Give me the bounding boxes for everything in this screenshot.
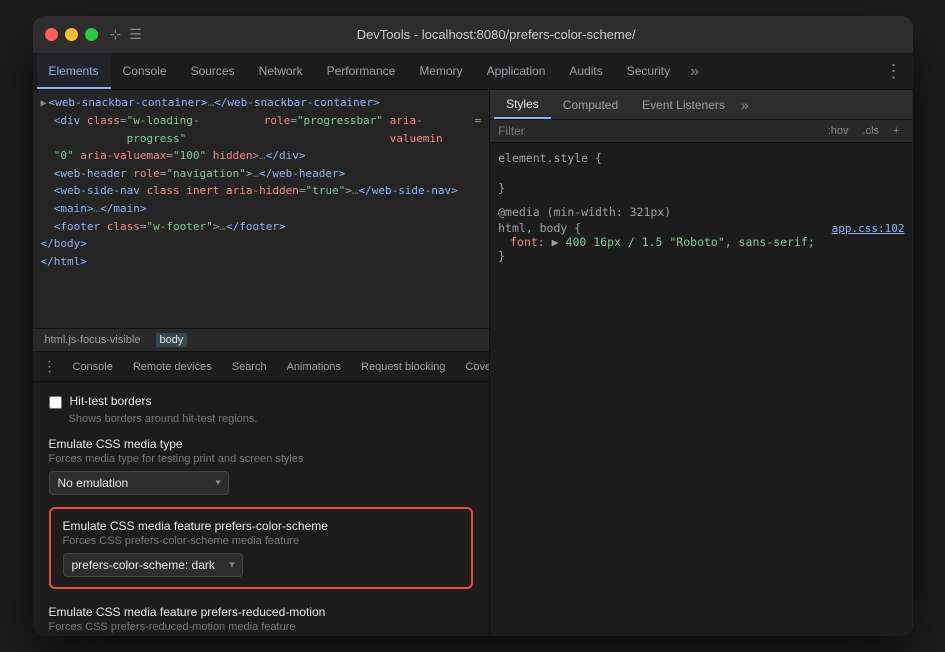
styles-tabs-more-icon[interactable]: »	[741, 97, 749, 113]
nav-tab-sources[interactable]: Sources	[179, 54, 247, 89]
cursor-icon[interactable]: ⊹	[110, 26, 122, 43]
media-type-select[interactable]: No emulation print screen	[49, 471, 229, 495]
nav-tab-performance[interactable]: Performance	[315, 54, 408, 89]
title-icons: ⊹ ☰	[110, 26, 142, 43]
code-line: <web-header role="navigation">…</web-hea…	[41, 165, 482, 183]
styles-filter-bar: :hov .cls +	[490, 120, 912, 143]
nav-tab-security[interactable]: Security	[615, 54, 682, 89]
filter-buttons: :hov .cls +	[823, 123, 905, 139]
inspect-icon[interactable]: ☰	[129, 26, 142, 43]
styles-content: element.style { } @media (min-width: 321…	[490, 143, 912, 636]
breadcrumb-item-body[interactable]: body	[156, 333, 188, 347]
nav-more-icon[interactable]: »	[682, 63, 707, 81]
devtools-window: ⊹ ☰ DevTools - localhost:8080/prefers-co…	[33, 16, 913, 636]
nav-tab-elements[interactable]: Elements	[37, 54, 111, 89]
main-nav: Elements Console Sources Network Perform…	[33, 54, 913, 90]
traffic-lights	[45, 28, 98, 41]
hit-test-borders-section: Hit-test borders Shows borders around hi…	[49, 394, 474, 425]
css-media-type-title: Emulate CSS media type	[49, 437, 474, 451]
window-title: DevTools - localhost:8080/prefers-color-…	[142, 27, 851, 42]
nav-tab-network[interactable]: Network	[247, 54, 315, 89]
style-block-element: element.style { }	[498, 151, 904, 195]
breadcrumb: html.js-focus-visible body	[33, 328, 490, 352]
reduced-motion-title: Emulate CSS media feature prefers-reduce…	[49, 605, 474, 619]
hit-test-desc: Shows borders around hit-test regions.	[69, 413, 474, 425]
code-line: <div class="w-loading-progress" role="pr…	[41, 112, 482, 147]
styles-tab-styles[interactable]: Styles	[494, 90, 551, 119]
style-source-link[interactable]: app.css:102	[832, 222, 905, 235]
styles-tabs: Styles Computed Event Listeners »	[490, 90, 912, 120]
nav-tab-console[interactable]: Console	[111, 54, 179, 89]
hit-test-label[interactable]: Hit-test borders	[70, 394, 152, 408]
reduced-motion-desc: Forces CSS prefers-reduced-motion media …	[49, 621, 474, 633]
title-bar: ⊹ ☰ DevTools - localhost:8080/prefers-co…	[33, 16, 913, 54]
left-panel: ▶ <web-snackbar-container>…</web-snackba…	[33, 90, 491, 636]
bottom-tabs-menu-icon[interactable]: ⋮	[37, 358, 63, 375]
hit-test-checkbox[interactable]	[49, 396, 62, 409]
color-scheme-title: Emulate CSS media feature prefers-color-…	[63, 519, 460, 533]
nav-menu-button[interactable]: ⋮	[879, 61, 909, 82]
code-area: ▶ <web-snackbar-container>…</web-snackba…	[33, 90, 490, 328]
media-type-select-wrapper: No emulation print screen ▾	[49, 471, 229, 495]
bottom-tabs-bar: ⋮ Console Remote devices Search Animatio…	[33, 352, 490, 382]
filter-cls-button[interactable]: .cls	[858, 123, 885, 139]
code-line: <footer class="w-footer">…</footer>	[41, 218, 482, 236]
styles-tab-computed[interactable]: Computed	[551, 90, 630, 119]
filter-add-button[interactable]: +	[888, 123, 904, 139]
styles-filter-input[interactable]	[498, 124, 823, 138]
style-rule-font: font: ▶ 400 16px / 1.5 "Roboto", sans-se…	[510, 235, 904, 249]
color-scheme-highlight-box: Emulate CSS media feature prefers-color-…	[49, 507, 474, 589]
css-media-type-desc: Forces media type for testing print and …	[49, 453, 474, 465]
hit-test-row: Hit-test borders	[49, 394, 474, 409]
code-line: ▶ <web-snackbar-container>…</web-snackba…	[41, 94, 482, 112]
code-line: </html>	[41, 253, 482, 271]
filter-hov-button[interactable]: :hov	[823, 123, 854, 139]
breadcrumb-item-html[interactable]: html.js-focus-visible	[41, 333, 145, 347]
btab-remote-devices[interactable]: Remote devices	[123, 352, 222, 381]
btab-coverage[interactable]: Coverage	[455, 352, 489, 381]
nav-tab-application[interactable]: Application	[475, 54, 558, 89]
btab-console[interactable]: Console	[63, 352, 123, 381]
rendering-panel: Hit-test borders Shows borders around hi…	[33, 382, 490, 636]
nav-tab-audits[interactable]: Audits	[557, 54, 614, 89]
code-line: </body>	[41, 235, 482, 253]
code-line: <web-side-nav class inert aria-hidden="t…	[41, 182, 482, 200]
color-scheme-select-wrapper: No emulation prefers-color-scheme: light…	[63, 553, 243, 577]
btab-search[interactable]: Search	[222, 352, 277, 381]
code-line: <main>…</main>	[41, 200, 482, 218]
color-scheme-desc: Forces CSS prefers-color-scheme media fe…	[63, 535, 460, 547]
main-content: ▶ <web-snackbar-container>…</web-snackba…	[33, 90, 913, 636]
minimize-button[interactable]	[65, 28, 78, 41]
reduced-motion-section: Emulate CSS media feature prefers-reduce…	[49, 605, 474, 636]
right-panel: Styles Computed Event Listeners » :hov .…	[490, 90, 912, 636]
maximize-button[interactable]	[85, 28, 98, 41]
btab-animations[interactable]: Animations	[277, 352, 351, 381]
code-line: "0" aria-valuemax="100" hidden>…</div>	[41, 147, 482, 165]
btab-request-blocking[interactable]: Request blocking	[351, 352, 455, 381]
css-media-type-section: Emulate CSS media type Forces media type…	[49, 437, 474, 495]
close-button[interactable]	[45, 28, 58, 41]
element-style-selector: element.style {	[498, 151, 904, 165]
style-block-media: @media (min-width: 321px) html, body { a…	[498, 205, 904, 263]
media-query-selector: @media (min-width: 321px)	[498, 205, 904, 219]
nav-tab-memory[interactable]: Memory	[407, 54, 474, 89]
color-scheme-select[interactable]: No emulation prefers-color-scheme: light…	[63, 553, 243, 577]
styles-tab-event-listeners[interactable]: Event Listeners	[630, 90, 737, 119]
